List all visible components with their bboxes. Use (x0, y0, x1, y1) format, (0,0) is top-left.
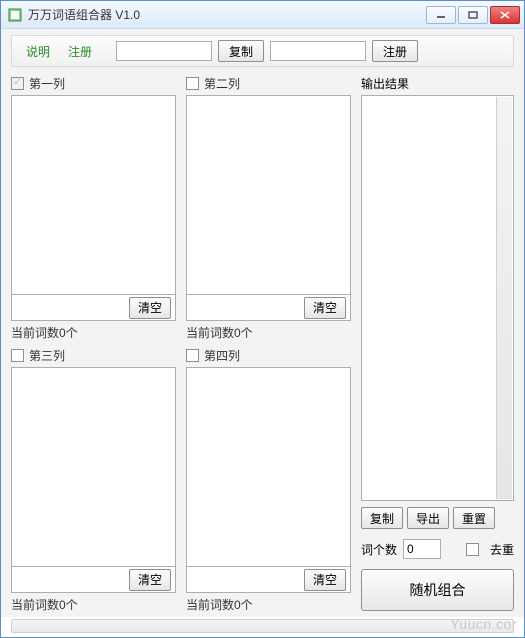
column-2-header: 第二列 (186, 73, 351, 93)
output-actions: 复制 导出 重置 (361, 507, 514, 529)
toolbar: 说明 注册 复制 注册 (11, 35, 514, 67)
column-3-footer: 清空 (11, 567, 176, 593)
client-area: 说明 注册 复制 注册 ✓ 第一列 清空 当前词数0个 (1, 29, 524, 617)
titlebar: 万万词语组合器 V1.0 (1, 1, 524, 29)
word-count-row: 词个数 去重 (361, 539, 514, 559)
column-3-count: 当前词数0个 (11, 596, 176, 611)
column-2-count: 当前词数0个 (186, 324, 351, 339)
register-link[interactable]: 注册 (62, 43, 98, 60)
output-column: 输出结果 复制 导出 重置 词个数 去重 随机组合 (361, 73, 514, 611)
column-1-clear-button[interactable]: 清空 (129, 297, 171, 319)
output-reset-button[interactable]: 重置 (453, 507, 495, 529)
register-button[interactable]: 注册 (372, 40, 418, 62)
word-count-label: 词个数 (361, 541, 397, 558)
close-button[interactable] (490, 6, 520, 24)
column-2-clear-button[interactable]: 清空 (304, 297, 346, 319)
minimize-button[interactable] (426, 6, 456, 24)
column-3: 第三列 清空 当前词数0个 (11, 345, 176, 611)
help-link[interactable]: 说明 (20, 43, 56, 60)
status-bar (11, 619, 514, 633)
output-label: 输出结果 (361, 75, 409, 92)
column-3-textarea[interactable] (11, 367, 176, 567)
output-copy-button[interactable]: 复制 (361, 507, 403, 529)
column-1-checkbox: ✓ (11, 77, 24, 90)
dedup-checkbox[interactable] (466, 543, 479, 556)
column-1-textarea[interactable] (11, 95, 176, 295)
column-4-footer: 清空 (186, 567, 351, 593)
content-area: ✓ 第一列 清空 当前词数0个 第二列 清空 (11, 73, 514, 611)
column-2-checkbox[interactable] (186, 77, 199, 90)
window-buttons (426, 6, 520, 24)
column-1-count: 当前词数0个 (11, 324, 176, 339)
columns-grid: ✓ 第一列 清空 当前词数0个 第二列 清空 (11, 73, 351, 611)
output-textarea[interactable] (361, 95, 514, 501)
app-window: 万万词语组合器 V1.0 说明 注册 复制 注册 ✓ 第一列 (0, 0, 525, 638)
column-4-header: 第四列 (186, 345, 351, 365)
copy-button-toolbar[interactable]: 复制 (218, 40, 264, 62)
column-1-label: 第一列 (29, 75, 65, 92)
toolbar-input-2[interactable] (270, 41, 366, 61)
maximize-button[interactable] (458, 6, 488, 24)
column-1: ✓ 第一列 清空 当前词数0个 (11, 73, 176, 339)
column-2-label: 第二列 (204, 75, 240, 92)
dedup-label: 去重 (490, 541, 514, 558)
output-export-button[interactable]: 导出 (407, 507, 449, 529)
column-3-clear-button[interactable]: 清空 (129, 569, 171, 591)
column-2-textarea[interactable] (186, 95, 351, 295)
random-combine-button[interactable]: 随机组合 (361, 569, 514, 611)
app-icon (7, 7, 23, 23)
column-2: 第二列 清空 当前词数0个 (186, 73, 351, 339)
column-4-textarea[interactable] (186, 367, 351, 567)
column-3-checkbox[interactable] (11, 349, 24, 362)
word-count-input[interactable] (403, 539, 441, 559)
column-4-label: 第四列 (204, 347, 240, 364)
column-3-header: 第三列 (11, 345, 176, 365)
column-4-count: 当前词数0个 (186, 596, 351, 611)
toolbar-input-1[interactable] (116, 41, 212, 61)
column-4-checkbox[interactable] (186, 349, 199, 362)
column-4: 第四列 清空 当前词数0个 (186, 345, 351, 611)
column-1-footer: 清空 (11, 295, 176, 321)
output-header: 输出结果 (361, 73, 514, 93)
column-4-clear-button[interactable]: 清空 (304, 569, 346, 591)
column-2-footer: 清空 (186, 295, 351, 321)
window-title: 万万词语组合器 V1.0 (28, 6, 426, 23)
column-1-header: ✓ 第一列 (11, 73, 176, 93)
column-3-label: 第三列 (29, 347, 65, 364)
